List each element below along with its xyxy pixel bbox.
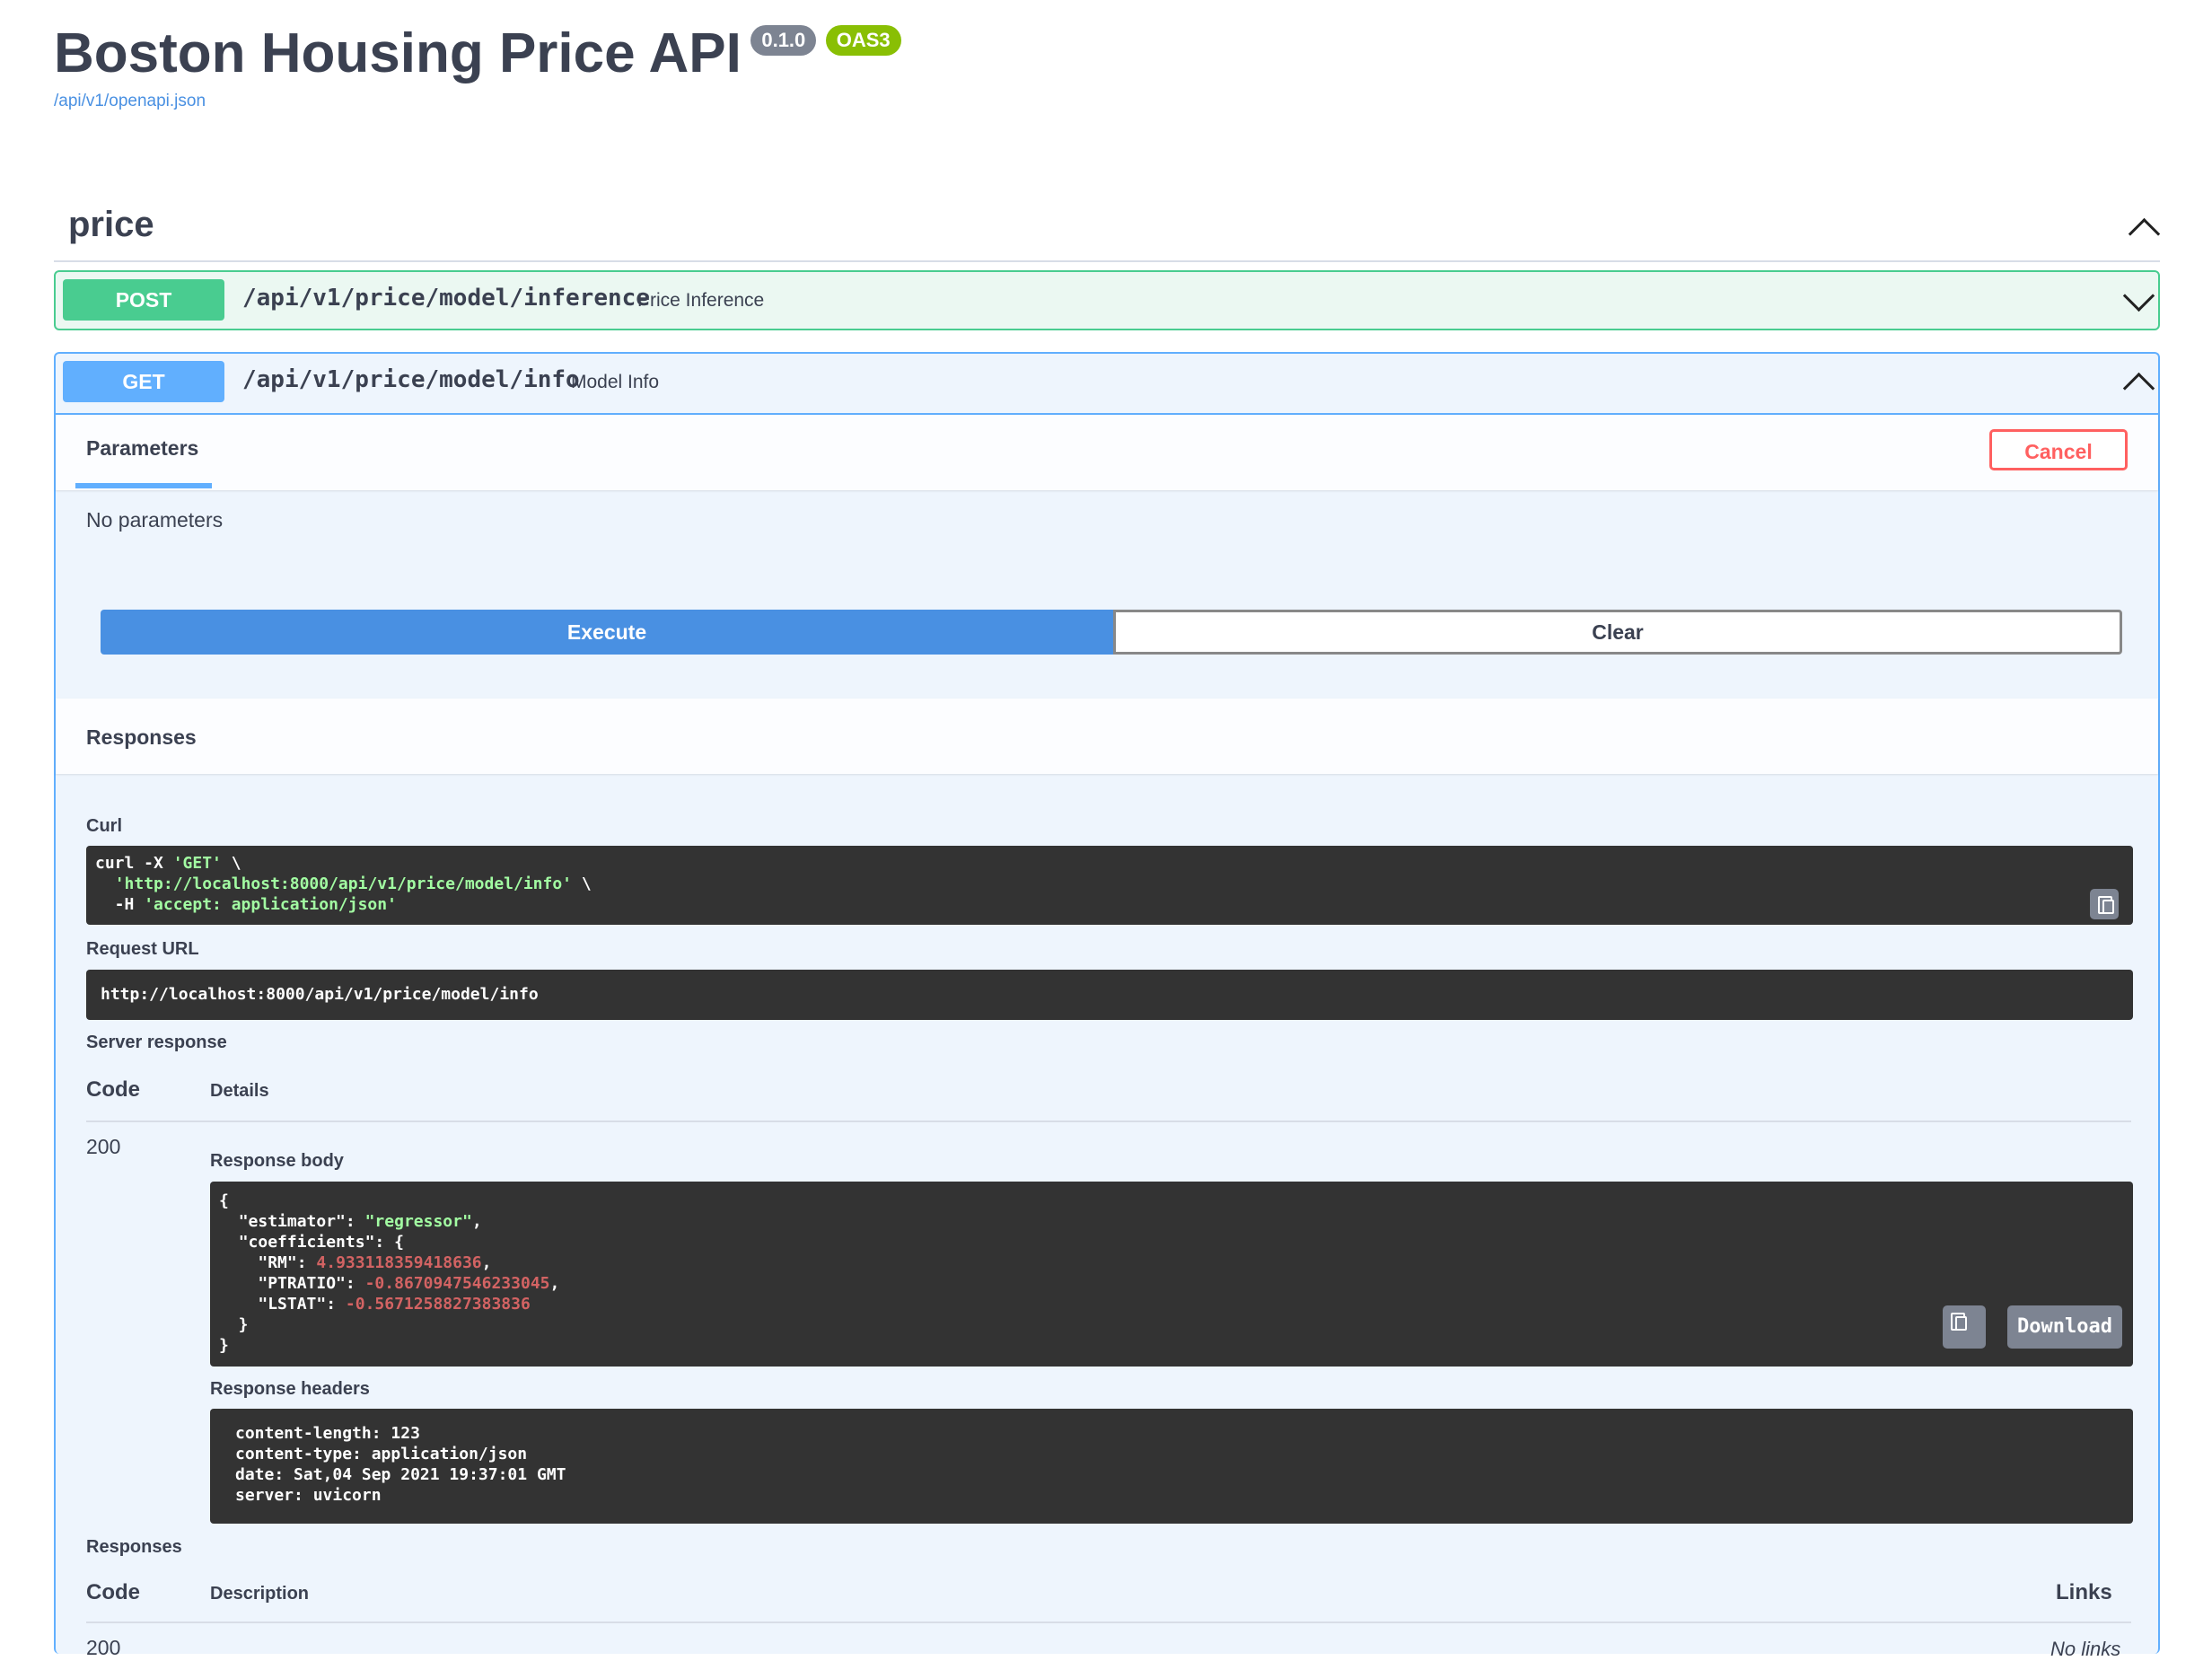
oas-badge: OAS3 xyxy=(825,25,901,56)
curl-line: -H 'accept: application/json' xyxy=(95,895,397,914)
response-row-links: No links xyxy=(2050,1638,2121,1660)
links-column-header: Links xyxy=(2056,1580,2112,1604)
method-badge: GET xyxy=(63,361,224,402)
chevron-down-icon[interactable] xyxy=(2122,279,2155,312)
execute-button[interactable]: Execute xyxy=(101,610,1113,655)
header-line: content-length: 123 xyxy=(235,1424,420,1443)
parameters-header: Parameters Cancel xyxy=(56,415,2158,490)
header-line: content-type: application/json xyxy=(235,1445,528,1463)
responses-title: Responses xyxy=(86,725,197,749)
api-title: Boston Housing Price API xyxy=(54,22,742,84)
tab-parameters[interactable]: Parameters xyxy=(86,436,198,461)
endpoint-path: /api/v1/price/model/info xyxy=(242,366,580,393)
no-parameters-text: No parameters xyxy=(86,508,224,532)
divider xyxy=(86,1621,2131,1623)
tag-name: price xyxy=(68,205,154,244)
divider xyxy=(86,1121,2131,1122)
method-badge: POST xyxy=(63,279,224,321)
version-badge: 0.1.0 xyxy=(750,25,817,56)
responses-label: Responses xyxy=(86,1537,182,1557)
copy-to-clipboard-icon[interactable] xyxy=(1943,1305,1986,1349)
header-line: date: Sat,04 Sep 2021 19:37:01 GMT xyxy=(235,1465,566,1484)
details-column-header: Details xyxy=(210,1081,269,1101)
cancel-button[interactable]: Cancel xyxy=(1989,429,2128,470)
curl-line: curl -X 'GET' \ xyxy=(95,854,241,873)
response-headers[interactable]: content-length: 123 content-type: applica… xyxy=(210,1409,2133,1524)
curl-label: Curl xyxy=(86,816,122,836)
server-response-label: Server response xyxy=(86,1033,227,1052)
chevron-up-icon[interactable] xyxy=(2122,372,2155,405)
opblock-get-info: GET /api/v1/price/model/info Model Info … xyxy=(54,352,2160,1660)
opblock-summary[interactable]: POST /api/v1/price/model/inference Price… xyxy=(56,272,2158,331)
endpoint-summary: Model Info xyxy=(571,372,660,392)
endpoint-path: /api/v1/price/model/inference xyxy=(242,285,650,312)
openapi-spec-link[interactable]: /api/v1/openapi.json xyxy=(54,92,206,111)
description-column-header: Description xyxy=(210,1584,310,1604)
endpoint-summary: Price Inference xyxy=(637,290,765,311)
execute-wrapper: Execute Clear xyxy=(101,610,2122,655)
response-body[interactable]: { "estimator": "regressor", "coefficient… xyxy=(210,1182,2133,1367)
status-code: 200 xyxy=(86,1135,121,1158)
response-body-label: Response body xyxy=(210,1151,344,1171)
chevron-up-icon[interactable] xyxy=(2128,217,2161,250)
tab-active-indicator xyxy=(75,483,212,488)
header-line: server: uvicorn xyxy=(235,1486,382,1505)
request-url-label: Request URL xyxy=(86,939,199,959)
code-column-header: Code xyxy=(86,1580,140,1604)
copy-to-clipboard-icon[interactable] xyxy=(2090,889,2119,919)
swagger-page: Boston Housing Price API 0.1.0 OAS3 /api… xyxy=(0,0,2212,1660)
api-info: Boston Housing Price API 0.1.0 OAS3 xyxy=(54,22,901,86)
response-row-code: 200 xyxy=(86,1636,121,1659)
request-url[interactable]: http://localhost:8000/api/v1/price/model… xyxy=(86,970,2133,1020)
tag-header-price[interactable]: price xyxy=(54,190,2161,262)
curl-command[interactable]: curl -X 'GET' \ 'http://localhost:8000/a… xyxy=(86,846,2133,925)
response-headers-label: Response headers xyxy=(210,1379,370,1399)
responses-header: Responses xyxy=(56,699,2158,774)
opblock-summary[interactable]: GET /api/v1/price/model/info Model Info xyxy=(56,354,2158,415)
curl-line: 'http://localhost:8000/api/v1/price/mode… xyxy=(114,874,592,893)
code-column-header: Code xyxy=(86,1077,140,1102)
clear-button[interactable]: Clear xyxy=(1113,610,2122,655)
opblock-post-inference: POST /api/v1/price/model/inference Price… xyxy=(54,270,2160,330)
download-button[interactable]: Download xyxy=(2007,1305,2122,1349)
